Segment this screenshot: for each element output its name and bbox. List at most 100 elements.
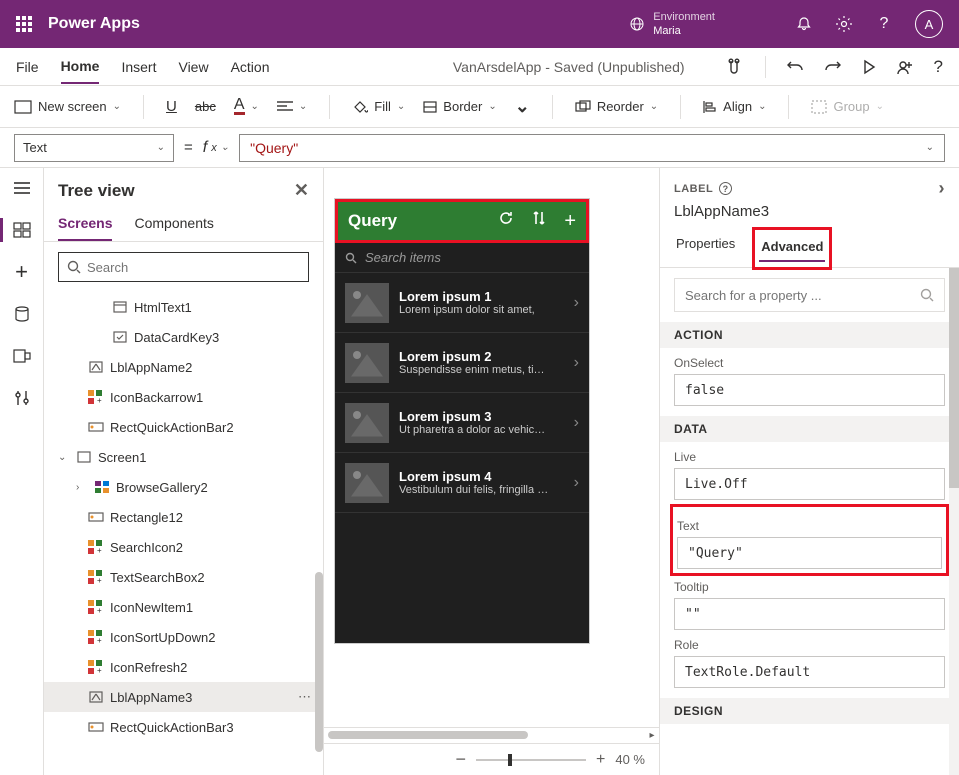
tree-item[interactable]: RectQuickActionBar2 [44, 412, 323, 442]
thumbnail [345, 343, 389, 383]
rail-advanced-icon[interactable] [12, 388, 32, 408]
zoom-control[interactable]: − + 40 % [324, 743, 659, 775]
tree-item-label: TextSearchBox2 [110, 570, 205, 585]
tree-item[interactable]: LblAppName3⋯ [44, 682, 323, 712]
share-icon[interactable] [896, 59, 914, 75]
menu-action[interactable]: Action [231, 51, 270, 83]
onselect-value[interactable]: false [674, 374, 945, 406]
tree-item-icon [88, 689, 104, 705]
settings-icon[interactable] [835, 15, 853, 33]
tree-item[interactable]: +IconNewItem1 [44, 592, 323, 622]
environment-name: Maria [653, 24, 715, 38]
tree-item[interactable]: RectQuickActionBar3 [44, 712, 323, 742]
svg-text:+: + [97, 546, 102, 554]
rail-media-icon[interactable] [12, 346, 32, 366]
tree-item[interactable]: DataCardKey3 [44, 322, 323, 352]
tree-item-icon [88, 359, 104, 375]
tree-item[interactable]: HtmlText1 [44, 292, 323, 322]
group-button[interactable]: Group⌄ [811, 99, 884, 114]
new-screen-button[interactable]: New screen⌄ [14, 99, 121, 114]
text-align-icon[interactable]: ⌄ [277, 101, 307, 113]
help2-icon[interactable]: ? [934, 57, 943, 77]
property-selector[interactable]: Text⌄ [14, 134, 174, 162]
canvas-h-scrollbar[interactable]: ◂ ▸ [324, 727, 659, 743]
font-color-icon[interactable]: A⌄ [234, 98, 259, 115]
tree-item[interactable]: +IconBackarrow1 [44, 382, 323, 412]
refresh-icon[interactable] [498, 210, 514, 233]
menu-home[interactable]: Home [61, 50, 100, 84]
tree-close-icon[interactable]: ✕ [294, 180, 309, 201]
rail-hamburger-icon[interactable] [12, 178, 32, 198]
info-icon[interactable]: ? [719, 182, 732, 195]
environment-label: Environment [653, 10, 715, 24]
tree-scrollbar[interactable] [315, 572, 323, 752]
tree-item[interactable]: ›BrowseGallery2 [44, 472, 323, 502]
app-search-box[interactable]: Search items [335, 243, 589, 273]
role-value[interactable]: TextRole.Default [674, 656, 945, 688]
gallery-item[interactable]: Lorem ipsum 4Vestibulum dui felis, fring… [335, 453, 589, 513]
tree-search-input[interactable] [87, 260, 300, 275]
rpanel-scrollbar[interactable] [949, 268, 959, 775]
rail-tree-icon[interactable] [12, 220, 32, 240]
environment-picker[interactable]: Environment Maria [629, 10, 715, 38]
app-checker-icon[interactable] [725, 58, 745, 76]
fill-button[interactable]: Fill⌄ [352, 99, 405, 114]
gallery-item[interactable]: Lorem ipsum 3Ut pharetra a dolor ac vehi… [335, 393, 589, 453]
item-subtitle: Vestibulum dui felis, fringilla nec mi [399, 484, 549, 496]
tree-item-label: Screen1 [98, 450, 146, 465]
avatar[interactable]: A [915, 10, 943, 38]
expand-panel-icon[interactable]: › [939, 178, 946, 199]
tree-item[interactable]: +IconSortUpDown2 [44, 622, 323, 652]
tree-item-icon [88, 509, 104, 525]
help-icon[interactable]: ? [875, 15, 893, 33]
notifications-icon[interactable] [795, 15, 813, 33]
tree-item[interactable]: Rectangle12 [44, 502, 323, 532]
sort-icon[interactable] [532, 210, 546, 233]
menu-file[interactable]: File [16, 51, 39, 83]
redo-icon[interactable] [824, 59, 842, 75]
zoom-value: 40 % [615, 752, 645, 767]
chevron-right-icon: › [574, 354, 579, 372]
live-value[interactable]: Live.Off [674, 468, 945, 500]
tree-item[interactable]: LblAppName2 [44, 352, 323, 382]
menu-view[interactable]: View [178, 51, 208, 83]
waffle-icon[interactable] [10, 10, 38, 38]
gallery-item[interactable]: Lorem ipsum 2Suspendisse enim metus, tin… [335, 333, 589, 393]
tab-advanced[interactable]: Advanced [759, 233, 825, 262]
underline-icon[interactable]: U [166, 98, 177, 115]
rail-data-icon[interactable] [12, 304, 32, 324]
align-button[interactable]: Align⌄ [703, 99, 766, 114]
border-button[interactable]: Border⌄ [423, 99, 496, 114]
chevron-right-icon: › [574, 294, 579, 312]
live-label: Live [674, 450, 945, 464]
play-icon[interactable] [862, 59, 876, 75]
app-title-label[interactable]: Query [348, 211, 408, 231]
formula-input[interactable]: "Query"⌄ [239, 134, 945, 162]
property-search[interactable] [674, 278, 945, 312]
undo-icon[interactable] [786, 59, 804, 75]
gallery-item[interactable]: Lorem ipsum 1Lorem ipsum dolor sit amet,… [335, 273, 589, 333]
tab-properties[interactable]: Properties [674, 230, 737, 267]
fx-icon[interactable]: fx⌄ [203, 139, 229, 157]
equals-label: = [184, 139, 193, 156]
menu-insert[interactable]: Insert [121, 51, 156, 83]
text-value[interactable]: "Query" [677, 537, 942, 569]
tree-item-label: Rectangle12 [110, 510, 183, 525]
strikethrough-icon[interactable]: abc [195, 99, 216, 114]
more-icon[interactable]: ⋯ [298, 689, 313, 705]
reorder-button[interactable]: Reorder⌄ [575, 99, 658, 114]
property-search-input[interactable] [685, 288, 912, 303]
tree-item-icon: + [88, 569, 104, 585]
tree-search-box[interactable] [58, 252, 309, 282]
tree-item[interactable]: +IconRefresh2 [44, 652, 323, 682]
tree-item[interactable]: + TextSearchBox2 [44, 562, 323, 592]
rail-insert-icon[interactable]: + [12, 262, 32, 282]
chevron-right-icon: › [574, 414, 579, 432]
tree-item[interactable]: ⌄Screen1 [44, 442, 323, 472]
tree-tab-screens[interactable]: Screens [58, 207, 112, 241]
tree-item[interactable]: +SearchIcon2 [44, 532, 323, 562]
add-icon[interactable]: + [564, 210, 576, 233]
more-formatting-icon[interactable]: ⌄ [515, 96, 530, 117]
tree-tab-components[interactable]: Components [134, 207, 213, 241]
tooltip-value[interactable]: "" [674, 598, 945, 630]
